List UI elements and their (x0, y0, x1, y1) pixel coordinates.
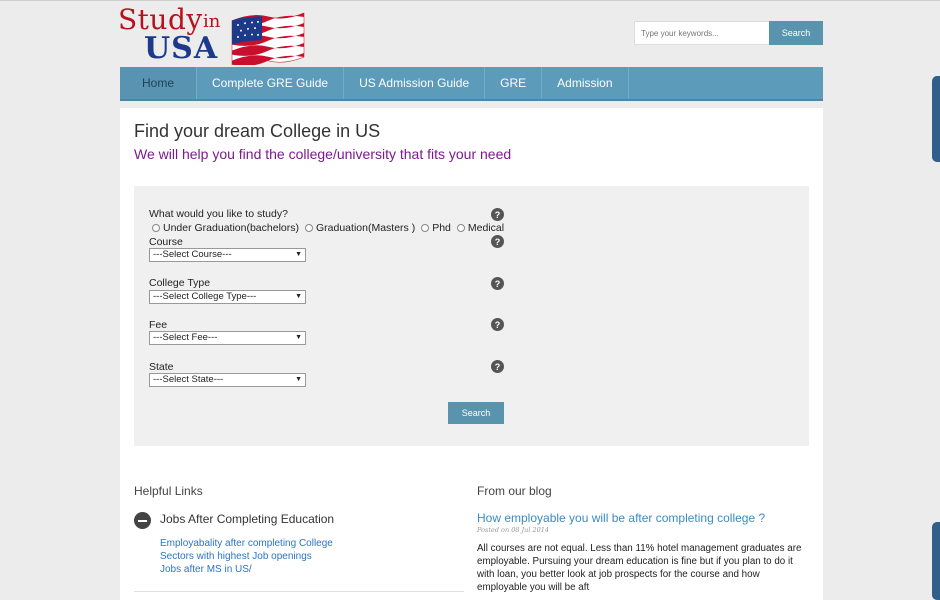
fee-select[interactable]: ---Select Fee--- ▼ (149, 331, 306, 345)
search-input[interactable] (634, 21, 770, 45)
course-select[interactable]: ---Select Course--- ▼ (149, 248, 306, 262)
link-employability[interactable]: Employabality after completing College (160, 538, 333, 549)
divider (134, 591, 464, 592)
form-search-button[interactable]: Search (448, 402, 504, 424)
college-type-select[interactable]: ---Select College Type--- ▼ (149, 290, 306, 304)
nav-item-admission[interactable]: Admission (542, 67, 629, 99)
study-options: Under Graduation(bachelors) Graduation(M… (152, 222, 510, 234)
help-icon[interactable]: ? (491, 208, 504, 221)
college-search-form: What would you like to study? ? Under Gr… (134, 186, 809, 446)
page-title: Find your dream College in US (134, 121, 381, 141)
dropdown-arrow-icon: ▼ (295, 376, 302, 383)
state-label: State (149, 361, 174, 373)
logo-word-usa: USA (144, 31, 219, 66)
main-content: Find your dream College in US We will he… (120, 108, 823, 600)
dropdown-arrow-icon: ▼ (295, 293, 302, 300)
blog-post-excerpt: All courses are not equal. Less than 11%… (477, 543, 802, 593)
state-select[interactable]: ---Select State--- ▼ (149, 373, 306, 387)
search-button[interactable]: Search (769, 21, 823, 45)
side-tab[interactable] (932, 76, 940, 162)
main-nav: Home Complete GRE Guide US Admission Gui… (120, 67, 823, 101)
page-subtitle: We will help you find the college/univer… (134, 146, 512, 162)
dropdown-arrow-icon: ▼ (295, 251, 302, 258)
logo-word-in: in (203, 11, 221, 32)
blog-post-date: Posted on 08 Jul 2014 (477, 526, 550, 534)
fee-label: Fee (149, 319, 168, 331)
collapse-icon[interactable] (134, 512, 151, 529)
radio-icon[interactable] (456, 224, 465, 232)
radio-graduation-masters[interactable]: Graduation(Masters ) (305, 222, 415, 234)
nav-item-gre[interactable]: GRE (485, 67, 543, 99)
nav-item-complete-gre-guide[interactable]: Complete GRE Guide (197, 67, 345, 99)
dropdown-arrow-icon: ▼ (295, 334, 302, 341)
help-icon[interactable]: ? (491, 277, 504, 290)
college-type-label: College Type (149, 277, 211, 289)
course-label: Course (149, 236, 183, 248)
help-icon[interactable]: ? (491, 360, 504, 373)
us-flag-icon (231, 12, 305, 65)
helpful-links-heading: Helpful Links (134, 484, 203, 498)
radio-icon[interactable] (305, 224, 313, 232)
help-icon[interactable]: ? (491, 318, 504, 331)
link-sectors-job-openings[interactable]: Sectors with highest Job openings (160, 551, 312, 562)
side-tab[interactable] (932, 522, 940, 600)
blog-heading: From our blog (477, 484, 552, 498)
radio-phd[interactable]: Phd (421, 222, 451, 234)
blog-post-title[interactable]: How employable you will be after complet… (477, 511, 765, 525)
accordion-title[interactable]: Jobs After Completing Education (160, 512, 334, 526)
nav-item-us-admission-guide[interactable]: US Admission Guide (344, 67, 486, 99)
link-jobs-after-ms[interactable]: Jobs after MS in US/ (160, 564, 252, 575)
radio-icon[interactable] (421, 224, 430, 232)
study-label: What would you like to study? (149, 208, 288, 220)
nav-item-home[interactable]: Home (120, 67, 198, 99)
site-logo[interactable]: Study in USA (118, 3, 308, 66)
radio-icon[interactable] (152, 224, 160, 232)
radio-under-graduation[interactable]: Under Graduation(bachelors) (152, 222, 299, 234)
top-border (0, 0, 940, 1)
help-icon[interactable]: ? (491, 235, 504, 248)
radio-medical[interactable]: Medical (456, 222, 504, 234)
